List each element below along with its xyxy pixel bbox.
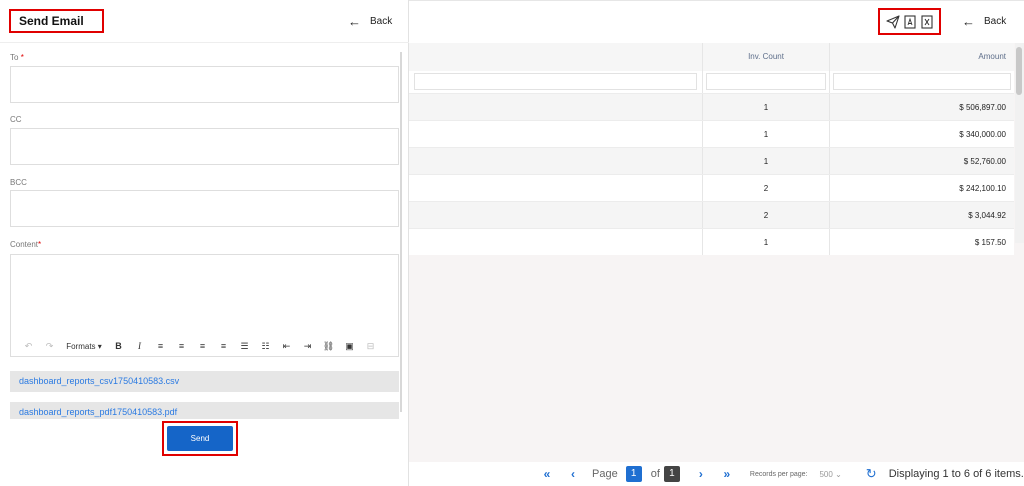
- background-back-button[interactable]: ← Back: [962, 15, 1006, 28]
- italic-icon[interactable]: I: [129, 341, 150, 351]
- table-row[interactable]: 1 $ 157.50: [409, 228, 1014, 255]
- editor-toolbar: ↶ ↷ Formats ▾ B I ≡ ≡ ≡ ≡ ☰ ☷ ⇤ ⇥ ⛓ ▣ ⊟: [11, 336, 398, 356]
- amount-cell: $ 157.50: [974, 238, 1006, 247]
- align-center-icon[interactable]: ≡: [171, 341, 192, 351]
- attachment-pdf[interactable]: dashboard_reports_pdf1750410583.pdf: [10, 402, 399, 419]
- table-scrollbar[interactable]: [1015, 43, 1024, 243]
- content-label: Content*: [10, 240, 42, 249]
- email-form: To * CC BCC Content* ↶ ↷ Formats ▾ B I ≡…: [0, 44, 409, 419]
- bold-icon[interactable]: B: [108, 341, 129, 351]
- send-icon[interactable]: [885, 14, 900, 29]
- redo-icon[interactable]: ↷: [39, 341, 60, 352]
- send-button-highlight: Send: [162, 421, 238, 456]
- report-table: Inv. Count Amount 1 $ 506,897.00 1 $ 340…: [409, 43, 1014, 255]
- of-label: of: [650, 468, 660, 480]
- numbered-list-icon[interactable]: ☷: [255, 341, 276, 352]
- cc-field[interactable]: [10, 128, 399, 165]
- table-row[interactable]: 2 $ 242,100.10: [409, 174, 1014, 201]
- table-header: Inv. Count Amount: [409, 43, 1014, 71]
- table-row[interactable]: 1 $ 506,897.00: [409, 93, 1014, 120]
- attachment-csv[interactable]: dashboard_reports_csv1750410583.csv: [10, 371, 399, 392]
- bcc-field[interactable]: [10, 190, 399, 227]
- panel-title: Send Email: [9, 9, 104, 33]
- inv-count-cell: 2: [703, 202, 830, 228]
- first-page-icon[interactable]: «: [534, 467, 560, 481]
- records-per-page-label: Records per page:: [749, 470, 808, 478]
- to-label: To *: [10, 53, 24, 62]
- table-body: 1 $ 506,897.00 1 $ 340,000.00 1 $ 52,760…: [409, 93, 1014, 255]
- inv-count-cell: 1: [703, 148, 830, 174]
- excel-icon[interactable]: [920, 14, 934, 29]
- amount-cell: $ 506,897.00: [959, 103, 1006, 112]
- bullet-list-icon[interactable]: ☰: [234, 341, 255, 352]
- image-icon[interactable]: ▣: [339, 341, 360, 352]
- prev-page-icon[interactable]: ‹: [560, 467, 586, 481]
- next-page-icon[interactable]: ›: [688, 467, 714, 481]
- records-per-page-select[interactable]: 500 ⌄: [819, 470, 841, 479]
- amount-cell: $ 242,100.10: [959, 184, 1006, 193]
- filter-input-amount[interactable]: [833, 73, 1011, 90]
- back-label: Back: [370, 16, 393, 27]
- column-header-name[interactable]: [409, 43, 703, 71]
- arrow-left-icon: ←: [962, 14, 975, 29]
- inv-count-cell: 1: [703, 121, 830, 147]
- send-email-panel: Send Email ← Back To * CC BCC Content* ↶…: [0, 0, 409, 486]
- display-count-text: Displaying 1 to 6 of 6 items.: [888, 468, 1024, 480]
- amount-cell: $ 52,760.00: [963, 157, 1006, 166]
- inv-count-cell: 2: [703, 175, 830, 201]
- table-row[interactable]: 2 $ 3,044.92: [409, 201, 1014, 228]
- refresh-icon[interactable]: ↻: [866, 466, 877, 482]
- cc-label: CC: [10, 115, 22, 124]
- inv-count-cell: 1: [703, 229, 830, 255]
- table-row[interactable]: 1 $ 340,000.00: [409, 120, 1014, 147]
- export-toolbar: [878, 8, 941, 35]
- pdf-icon[interactable]: [903, 14, 917, 29]
- current-page-input[interactable]: 1: [625, 466, 642, 482]
- formats-dropdown[interactable]: Formats ▾: [60, 342, 108, 351]
- filter-row: [409, 71, 1014, 93]
- content-editor[interactable]: ↶ ↷ Formats ▾ B I ≡ ≡ ≡ ≡ ☰ ☷ ⇤ ⇥ ⛓ ▣ ⊟: [10, 254, 399, 357]
- to-field[interactable]: [10, 66, 399, 103]
- total-pages: 1: [663, 466, 680, 482]
- outdent-icon[interactable]: ⇤: [276, 341, 297, 352]
- amount-cell: $ 340,000.00: [959, 130, 1006, 139]
- column-header-inv-count[interactable]: Inv. Count: [703, 43, 830, 71]
- bcc-label: BCC: [10, 178, 27, 187]
- inv-count-cell: 1: [703, 94, 830, 120]
- scrollbar-thumb[interactable]: [1016, 47, 1022, 95]
- background-back-label: Back: [984, 16, 1007, 27]
- send-button[interactable]: Send: [167, 426, 233, 451]
- arrow-left-icon: ←: [348, 14, 361, 29]
- indent-icon[interactable]: ⇥: [297, 341, 318, 352]
- align-left-icon[interactable]: ≡: [150, 341, 171, 351]
- pagination-bar: « ‹ Page 1 of 1 › » Records per page: 50…: [409, 462, 1024, 486]
- panel-header: Send Email ← Back: [0, 0, 409, 43]
- undo-icon[interactable]: ↶: [18, 341, 39, 352]
- form-scrollbar[interactable]: [400, 52, 402, 412]
- column-header-amount[interactable]: Amount: [830, 43, 1014, 71]
- link-icon[interactable]: ⛓: [318, 341, 339, 352]
- back-button[interactable]: ← Back: [348, 15, 392, 28]
- page-label: Page: [592, 468, 618, 480]
- page-break-icon[interactable]: ⊟: [360, 341, 381, 352]
- align-justify-icon[interactable]: ≡: [213, 341, 234, 351]
- align-right-icon[interactable]: ≡: [192, 341, 213, 351]
- table-row[interactable]: 1 $ 52,760.00: [409, 147, 1014, 174]
- filter-input-inv-count[interactable]: [706, 73, 826, 90]
- last-page-icon[interactable]: »: [714, 467, 740, 481]
- filter-input-name[interactable]: [414, 73, 697, 90]
- amount-cell: $ 3,044.92: [968, 211, 1006, 220]
